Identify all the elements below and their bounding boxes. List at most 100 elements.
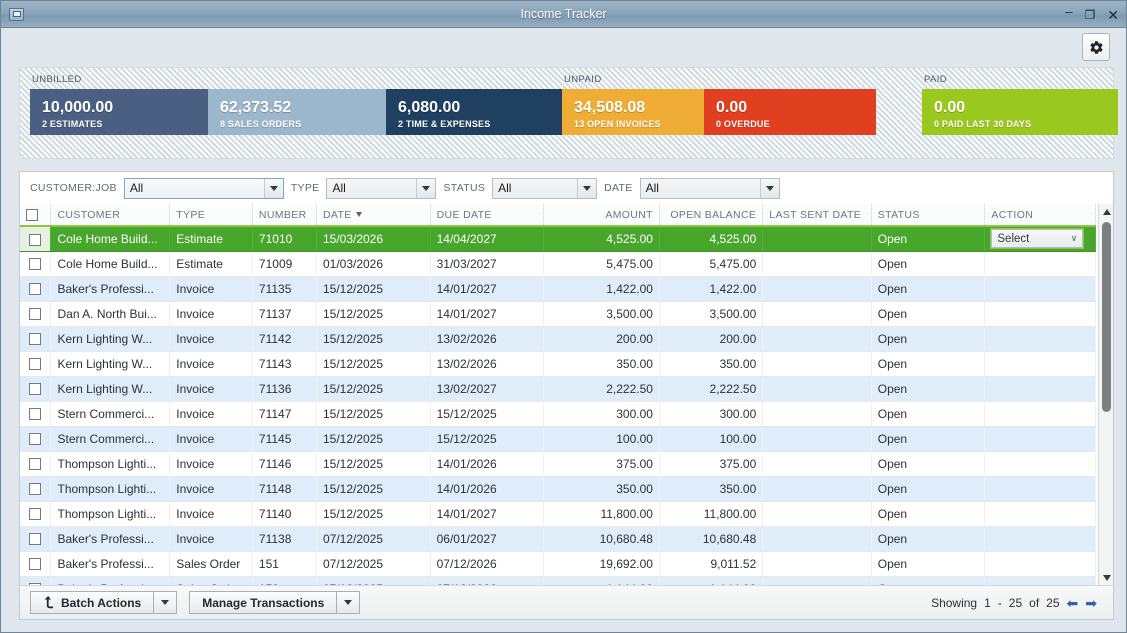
row-checkbox[interactable] (29, 483, 42, 496)
cell-customer: Thompson Lighti... (50, 476, 171, 502)
table-row[interactable]: Thompson Lighti... Invoice 71140 15/12/2025… (20, 501, 1096, 527)
cell-action (984, 376, 1096, 402)
table-row[interactable]: Stern Commerci... Invoice 71147 15/12/2025 1… (20, 401, 1096, 427)
manage-transactions-button[interactable]: Manage Transactions (189, 591, 338, 614)
table-row[interactable]: Baker's Professi...Sales Order15207/12/2… (20, 576, 1096, 585)
cell-action (984, 276, 1096, 302)
row-checkbox[interactable] (29, 258, 42, 271)
kpi-tile[interactable]: 0.00 0 OVERDUE (704, 89, 876, 135)
row-checkbox[interactable] (29, 283, 42, 296)
table-row[interactable]: Baker's Professi... Sales Order 151 07/12/2… (20, 551, 1096, 577)
of-label: of (1029, 595, 1040, 610)
row-checkbox[interactable] (29, 308, 42, 321)
column-header-type[interactable]: TYPE (169, 204, 253, 227)
table-row[interactable]: Cole Home Build... Estimate 71009 01/03/202… (20, 251, 1096, 277)
column-header-number[interactable]: NUMBER (252, 204, 317, 227)
arrow-left-icon[interactable]: ⬅ (1067, 596, 1079, 610)
kpi-tile[interactable]: 10,000.00 2 ESTIMATES (30, 89, 208, 135)
column-header-label: CUSTOMER (57, 208, 121, 221)
row-select-cell[interactable] (20, 451, 52, 477)
kpi-tile[interactable]: 6,080.00 2 TIME & EXPENSES (386, 89, 564, 135)
table-row[interactable]: Stern Commerci... Invoice 71145 15/12/2025 1… (20, 426, 1096, 452)
window-menu-icon[interactable] (9, 7, 24, 21)
maximize-button[interactable]: ❐ (1085, 9, 1096, 21)
row-select-cell[interactable] (20, 376, 52, 402)
column-header-customer[interactable]: CUSTOMER (50, 204, 171, 227)
row-checkbox[interactable] (29, 333, 42, 346)
table-row[interactable]: Thompson Lighti... Invoice 71146 15/12/2025… (20, 451, 1096, 477)
cell-action (984, 526, 1096, 552)
table-row[interactable]: Kern Lighting W... Invoice 71142 15/12/2025… (20, 326, 1096, 352)
row-checkbox[interactable] (29, 408, 42, 421)
close-button[interactable]: ✕ (1107, 8, 1119, 22)
row-select-cell[interactable] (20, 476, 52, 502)
row-select-cell[interactable] (20, 301, 52, 327)
table-row[interactable]: Baker's Professi... Invoice 71138 07/12/202… (20, 526, 1096, 552)
table-row[interactable]: Kern Lighting W... Invoice 71143 15/12/2025… (20, 351, 1096, 377)
filter-select-customer-job[interactable]: All (123, 177, 284, 199)
chevron-down-icon[interactable] (416, 178, 436, 198)
cell-action (984, 251, 1096, 277)
cell-action[interactable]: Select ∨ (984, 226, 1096, 252)
row-select-cell[interactable] (20, 501, 52, 527)
column-header-open-balance[interactable]: OPEN BALANCE (659, 204, 764, 227)
table-row[interactable]: Cole Home Build... Estimate 71010 15/03/202… (20, 226, 1096, 252)
cell-customer: Kern Lighting W... (50, 376, 171, 402)
upload-arrow-icon (44, 596, 53, 609)
table-row[interactable]: Kern Lighting W... Invoice 71136 15/12/2025… (20, 376, 1096, 402)
filter-select-status[interactable]: All (492, 177, 598, 199)
page-from: 1 (984, 595, 991, 610)
gear-icon[interactable] (1082, 33, 1110, 61)
row-checkbox[interactable] (29, 433, 42, 446)
row-select-cell[interactable] (20, 426, 52, 452)
filter-select-date[interactable]: All (639, 177, 780, 199)
row-checkbox[interactable] (29, 558, 42, 571)
select-all-header[interactable] (20, 204, 52, 227)
row-checkbox[interactable] (29, 233, 42, 246)
column-header-action[interactable]: ACTION (984, 204, 1096, 227)
panel-bottom-bar: Batch Actions Manage Transactions Showin… (20, 585, 1113, 619)
kpi-tile[interactable]: 0.00 0 PAID LAST 30 DAYS (922, 89, 1118, 135)
column-header-last-sent-date[interactable]: LAST SENT DATE (762, 204, 872, 227)
chevron-down-icon[interactable] (263, 178, 283, 198)
row-select-cell[interactable] (20, 551, 52, 577)
row-select-cell[interactable] (20, 326, 52, 352)
row-checkbox[interactable] (29, 383, 42, 396)
row-select-cell[interactable] (20, 526, 52, 552)
minimize-button[interactable]: – (1065, 5, 1072, 18)
row-select-cell[interactable] (20, 276, 52, 302)
row-checkbox[interactable] (29, 358, 42, 371)
row-checkbox[interactable] (29, 508, 42, 521)
row-checkbox[interactable] (29, 533, 42, 546)
row-select-cell[interactable] (20, 351, 52, 377)
scroll-up-icon[interactable] (1099, 204, 1113, 219)
column-header-date[interactable]: DATE (316, 204, 431, 227)
arrow-right-icon[interactable]: ➡ (1085, 596, 1097, 610)
table-row[interactable]: Baker's Professi... Invoice 71135 15/12/202… (20, 276, 1096, 302)
chevron-down-icon[interactable] (577, 178, 597, 198)
manage-transactions-dropdown-toggle[interactable] (337, 591, 361, 614)
action-select[interactable]: Select ∨ (990, 228, 1085, 250)
kpi-tile[interactable]: 62,373.52 8 SALES ORDERS (208, 89, 386, 135)
scroll-down-icon[interactable] (1099, 570, 1113, 585)
row-select-cell[interactable] (20, 251, 52, 277)
batch-actions-dropdown-toggle[interactable] (154, 591, 178, 614)
column-header-amount[interactable]: AMOUNT (543, 204, 660, 227)
table-row[interactable]: Thompson Lighti... Invoice 71148 15/12/2025… (20, 476, 1096, 502)
cell-amount: 4,525.00 (543, 226, 660, 252)
row-select-cell[interactable] (20, 576, 52, 585)
column-header-status[interactable]: STATUS (871, 204, 986, 227)
chevron-down-icon[interactable] (759, 178, 779, 198)
vertical-scrollbar[interactable] (1098, 204, 1113, 585)
cell-due-date: 07/12/2026 (430, 576, 545, 585)
row-checkbox[interactable] (29, 458, 42, 471)
table-row[interactable]: Dan A. North Bui... Invoice 71137 15/12/202… (20, 301, 1096, 327)
row-select-cell[interactable] (20, 401, 52, 427)
filter-select-type[interactable]: All (326, 177, 437, 199)
column-header-due-date[interactable]: DUE DATE (430, 204, 545, 227)
batch-actions-button[interactable]: Batch Actions (30, 591, 155, 614)
row-select-cell[interactable] (20, 226, 52, 252)
scrollbar-thumb[interactable] (1102, 222, 1111, 412)
select-all-checkbox[interactable] (26, 208, 38, 221)
kpi-tile[interactable]: 34,508.08 13 OPEN INVOICES (562, 89, 704, 135)
